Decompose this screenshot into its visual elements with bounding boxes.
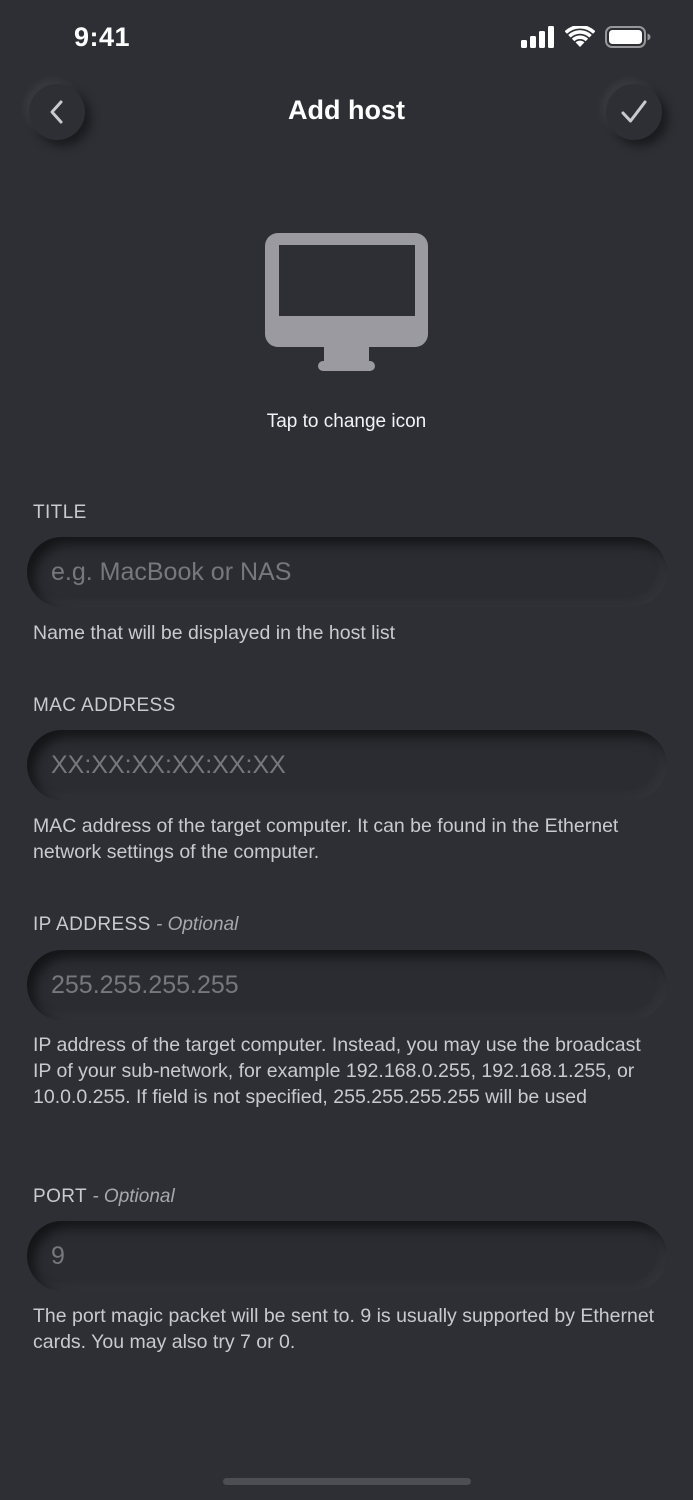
status-time: 9:41: [74, 22, 131, 52]
mac-label-text: MAC ADDRESS: [33, 695, 176, 716]
status-icons: [521, 26, 651, 48]
mac-help: MAC address of the target computer. It c…: [33, 815, 619, 863]
mac-label: MAC ADDRESS: [33, 695, 176, 717]
ip-help: IP address of the target computer. Inste…: [33, 1034, 641, 1108]
title-input-wrap: [27, 537, 667, 607]
ip-address-input[interactable]: [51, 950, 641, 1020]
home-indicator[interactable]: [223, 1478, 471, 1485]
mac-input-wrap: [27, 730, 667, 800]
status-bar: 9:41: [0, 0, 693, 80]
port-optional-tag: - Optional: [87, 1186, 175, 1207]
ip-optional-tag: - Optional: [150, 914, 239, 935]
change-icon-label[interactable]: Tap to change icon: [0, 411, 693, 433]
port-input[interactable]: [51, 1221, 641, 1291]
mac-address-input[interactable]: [51, 730, 641, 800]
ip-label-text: IP ADDRESS: [33, 914, 151, 935]
desktop-computer-icon[interactable]: [264, 233, 429, 373]
port-label: PORT - Optional: [33, 1186, 175, 1208]
checkmark-icon: [621, 100, 647, 123]
ip-label: IP ADDRESS - Optional: [33, 914, 238, 936]
title-input[interactable]: [51, 537, 641, 607]
wifi-icon: [565, 26, 595, 47]
ip-input-wrap: [27, 950, 667, 1020]
port-label-text: PORT: [33, 1186, 88, 1207]
page-title: Add host: [288, 95, 405, 125]
title-help: Name that will be displayed in the host …: [33, 622, 396, 644]
battery-icon: [605, 26, 651, 48]
cellular-signal-icon: [521, 26, 554, 48]
port-input-wrap: [27, 1221, 667, 1291]
port-help: The port magic packet will be sent to. 9…: [33, 1305, 655, 1353]
save-button[interactable]: [606, 84, 662, 140]
title-label: TITLE: [33, 502, 87, 524]
title-label-text: TITLE: [33, 502, 87, 523]
